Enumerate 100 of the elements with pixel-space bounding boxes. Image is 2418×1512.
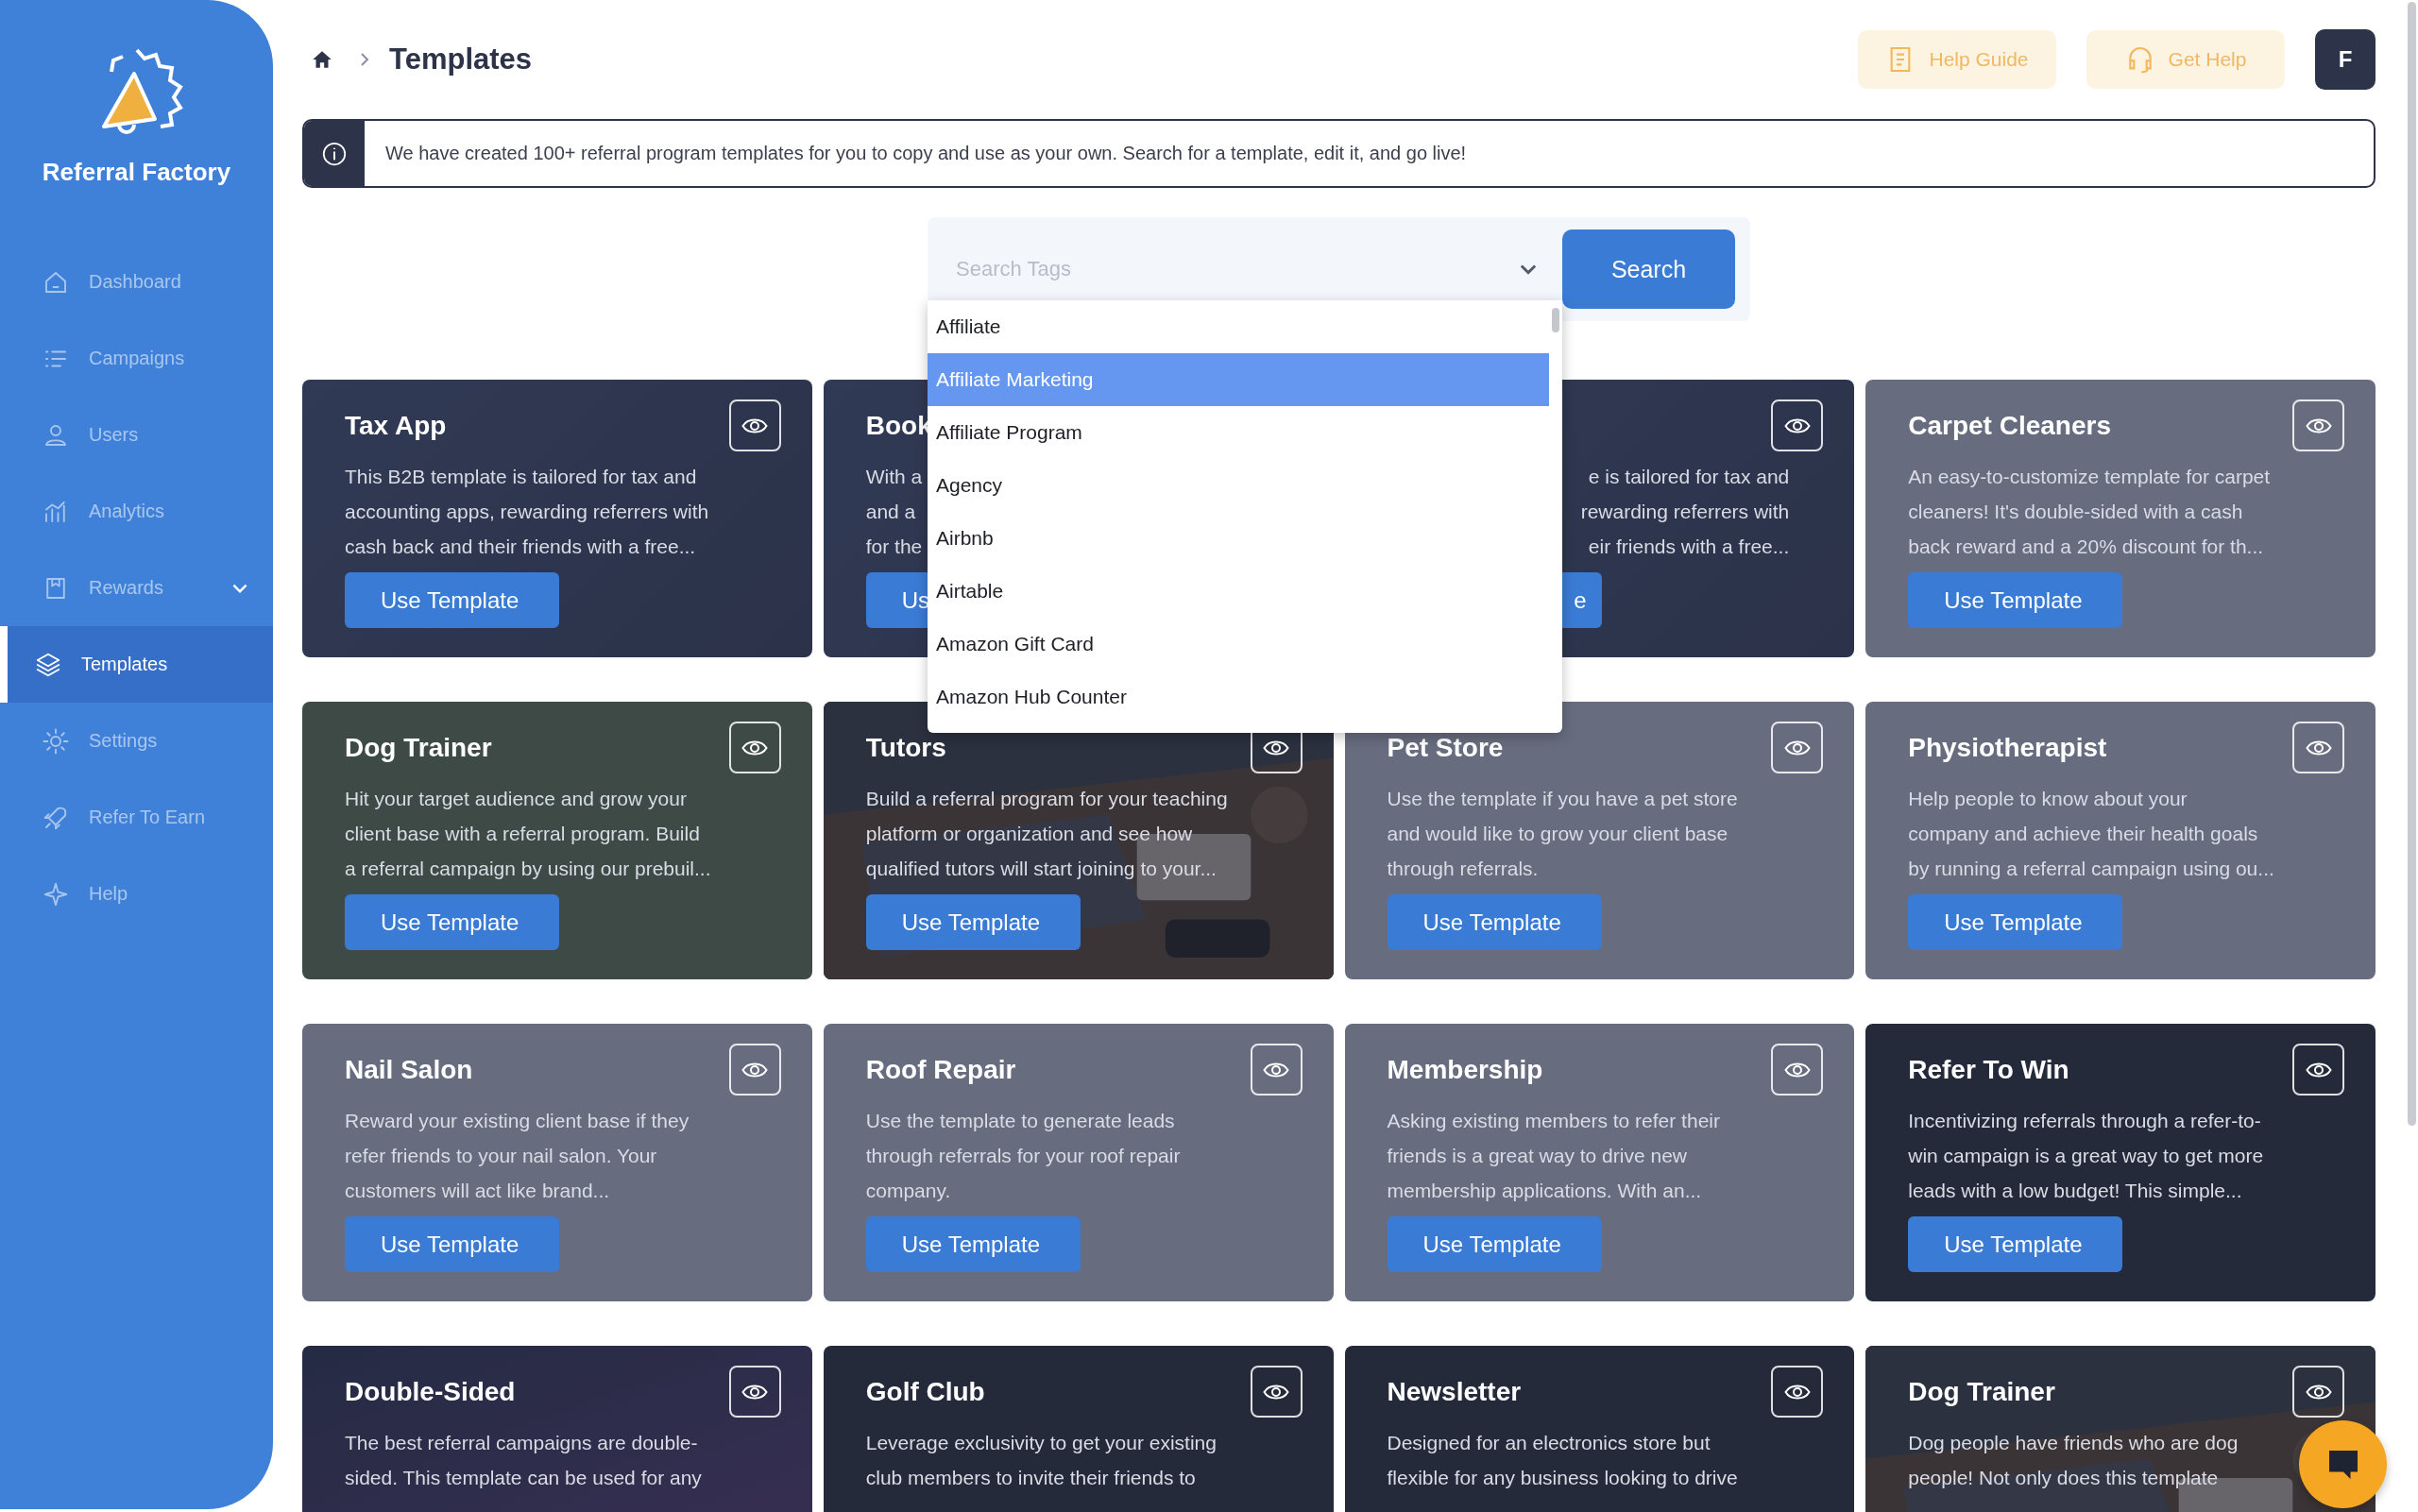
card-description: and would like to grow your client base: [1387, 822, 1728, 846]
card-description: through referrals.: [1387, 857, 1539, 881]
card-description: The best referral campaigns are double-: [345, 1431, 698, 1455]
preview-eye-icon[interactable]: [728, 1366, 781, 1418]
dropdown-option[interactable]: Agency: [928, 459, 1549, 512]
card-description: Use the template to generate leads: [865, 1109, 1175, 1133]
nav-item[interactable]: Dashboard: [0, 244, 273, 320]
nav-item[interactable]: Analytics: [0, 473, 273, 550]
card-description: leads with a low budget! This simple...: [1908, 1179, 2242, 1203]
card-description: Leverage exclusivity to get your existing: [865, 1431, 1217, 1455]
card-description: Hit your target audience and grow your: [345, 787, 687, 811]
card-description: friends is a great way to drive new: [1387, 1144, 1687, 1168]
card-description: qualified tutors will start joining to your...: [865, 857, 1217, 881]
card-description: company and achieve their health goals: [1908, 822, 2258, 846]
use-template-button[interactable]: Use Template: [345, 894, 559, 950]
card-title: Nail Salon: [345, 1054, 473, 1085]
use-template-button[interactable]: Use Template: [1908, 572, 2123, 628]
search-tags-field[interactable]: Search Tags: [954, 256, 1517, 282]
preview-eye-icon[interactable]: [728, 722, 781, 773]
card-title: Newsletter: [1387, 1376, 1522, 1407]
search-button[interactable]: Search: [1562, 229, 1735, 309]
card-description: flexible for any business looking to drive: [1387, 1466, 1738, 1490]
card-description: Build a referral program for your teaching: [865, 787, 1228, 811]
card-title: Pet Store: [1387, 732, 1504, 763]
card-description: Dog people have friends who are dog: [1908, 1431, 2239, 1455]
use-template-button[interactable]: Use Template: [865, 1216, 1081, 1272]
card-description: This B2B template is tailored for tax and: [345, 465, 697, 489]
card-description: customers will act like brand...: [345, 1179, 610, 1203]
nav-item[interactable]: Rewards: [0, 550, 273, 626]
dropdown-option[interactable]: Airtable: [928, 565, 1549, 618]
preview-eye-icon[interactable]: [1250, 1366, 1303, 1418]
card-description: cleaners! It's double-sided with a cash: [1908, 500, 2243, 524]
card-title: Dog Trainer: [345, 732, 492, 763]
avatar-button[interactable]: F: [2315, 29, 2375, 90]
use-template-button[interactable]: Use Template: [345, 572, 559, 628]
card-description: through referrals for your roof repair: [865, 1144, 1181, 1168]
card-description: cash back and their friends with a free...: [345, 535, 696, 559]
card-description: Use the template if you have a pet store: [1387, 787, 1738, 811]
card-description: win campaign is a great way to get more: [1908, 1144, 2264, 1168]
card-title: Golf Club: [865, 1376, 985, 1407]
preview-eye-icon[interactable]: [2292, 1366, 2344, 1418]
use-template-button[interactable]: Use Template: [1387, 1216, 1602, 1272]
dropdown-option[interactable]: Affiliate: [928, 300, 1549, 353]
card-description: Reward your existing client base if they: [345, 1109, 690, 1133]
card-description: platform or organization and see how: [865, 822, 1193, 846]
card-description: club members to invite their friends to: [865, 1466, 1196, 1490]
preview-eye-icon[interactable]: [1771, 1366, 1824, 1418]
nav-item[interactable]: Help: [0, 856, 273, 932]
info-text: We have created 100+ referral program templates for you to copy and use as your own. Search for a template, edit it, and go live!: [385, 143, 1467, 164]
card-title: Membership: [1387, 1054, 1543, 1085]
card-description: Designed for an electronics store but: [1387, 1431, 1711, 1455]
card-title: Refer To Win: [1908, 1054, 2069, 1085]
dropdown-option[interactable]: Airbnb: [928, 512, 1549, 565]
use-template-button[interactable]: Use Template: [1908, 894, 2123, 950]
scrollbar[interactable]: [2408, 2, 2416, 1126]
preview-eye-icon[interactable]: [1771, 399, 1824, 451]
card-title: Roof Repair: [865, 1054, 1016, 1085]
card-title: Double-Sided: [345, 1376, 516, 1407]
card-description: company.: [865, 1179, 951, 1203]
card-description: sided. This template can be used for any: [345, 1466, 702, 1490]
brand-name: Referral Factory: [42, 158, 231, 187]
card-description: An easy-to-customize template for carpet: [1908, 465, 2271, 489]
nav-item[interactable]: Refer To Earn: [0, 779, 273, 856]
card-description: membership applications. With an...: [1387, 1179, 1702, 1203]
preview-eye-icon[interactable]: [2292, 1044, 2344, 1096]
use-template-button[interactable]: Use Template: [865, 894, 1081, 950]
card-description: accounting apps, rewarding referrers with: [345, 500, 709, 524]
card-description: client base with a referral program. Build: [345, 822, 700, 846]
card-title: Dog Trainer: [1908, 1376, 2055, 1407]
dropdown-option[interactable]: Affiliate Marketing: [928, 353, 1549, 406]
page-title: Templates: [389, 42, 533, 76]
nav-item[interactable]: Templates: [0, 626, 273, 703]
card-description: Incentivizing referrals through a refer-to-: [1908, 1109, 2261, 1133]
card-description: and a: [865, 500, 916, 524]
nav-item[interactable]: Campaigns: [0, 320, 273, 397]
card-description: eir friends with a free...: [1588, 535, 1790, 559]
use-template-button[interactable]: Use Template: [1387, 894, 1602, 950]
card-description: rewarding referrers with: [1580, 500, 1790, 524]
use-template-button[interactable]: Use Template: [1908, 1216, 2123, 1272]
use-template-button[interactable]: Use Template: [345, 1216, 559, 1272]
dropdown-option[interactable]: Amazon Hub Counter: [928, 671, 1549, 723]
nav-icon: [42, 726, 70, 756]
dropdown-option[interactable]: Amazon Gift Card: [928, 618, 1549, 671]
card-description: With a: [865, 465, 923, 489]
card-description: by running a referral campaign using ou...: [1908, 857, 2274, 881]
preview-eye-icon[interactable]: [728, 399, 781, 451]
card-description: for the: [865, 535, 923, 559]
card-description: a referral campaign by using our prebuil...: [345, 857, 711, 881]
card-title: Tutors: [865, 732, 946, 763]
card-title: Carpet Cleaners: [1908, 410, 2111, 441]
card-description: Help people to know about your: [1908, 787, 2188, 811]
card-description: Asking existing members to refer their: [1387, 1109, 1720, 1133]
card-title: Physiotherapist: [1908, 732, 2107, 763]
nav-item[interactable]: Settings: [0, 703, 273, 779]
card-description: e is tailored for tax and: [1588, 465, 1790, 489]
scrollbar-thumb[interactable]: [1552, 308, 1559, 332]
card-description: refer friends to your nail salon. Your: [345, 1144, 657, 1168]
nav-item[interactable]: Users: [0, 397, 273, 473]
card-title: Tax App: [345, 410, 447, 441]
card-description: back reward and a 20% discount for th...: [1908, 535, 2264, 559]
